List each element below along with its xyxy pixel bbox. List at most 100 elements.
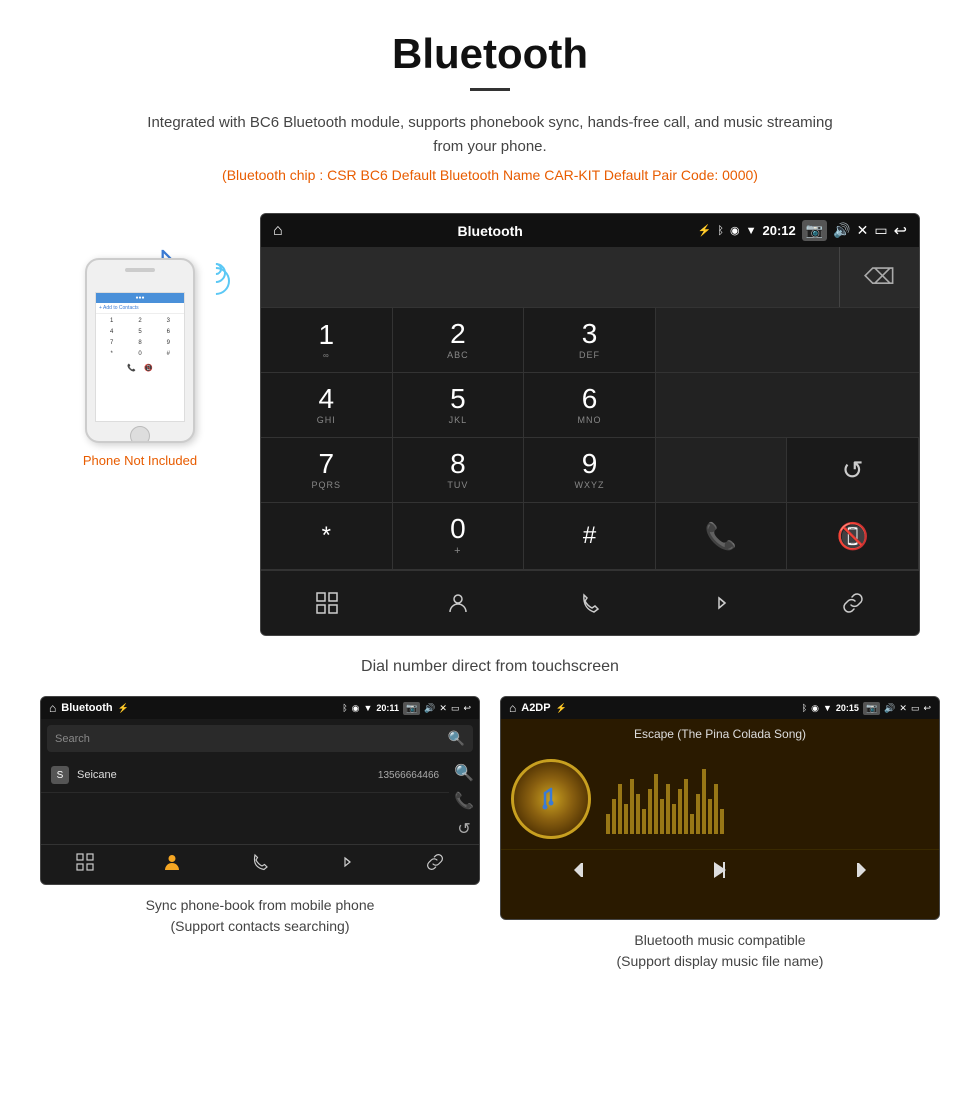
dial-input-display[interactable] <box>261 247 839 307</box>
call-button[interactable]: 📞 <box>656 503 788 570</box>
pb-min-icon[interactable]: ▭ <box>451 703 460 714</box>
time-display: 20:12 <box>763 223 796 238</box>
dial-key-3[interactable]: 3 DEF <box>524 308 656 373</box>
title-divider <box>470 88 510 91</box>
pb-refresh-icon[interactable]: ↺ <box>457 819 470 839</box>
ms-back-icon[interactable]: ↩ <box>923 703 931 714</box>
dial-key-0[interactable]: 0 + <box>393 503 525 570</box>
dial-key-6[interactable]: 6 MNO <box>524 373 656 438</box>
dial-grid: 1 ∞ 2 ABC 3 DEF 4 GHI 5 JKL 6 <box>261 308 919 570</box>
pb-location-icon: ◉ <box>352 703 360 714</box>
phonebook-search-bar[interactable]: Search 🔍 <box>47 725 473 752</box>
phonebook-bottom-nav <box>41 844 479 884</box>
music-screen-body: Escape (The Pina Colada Song) <box>501 719 939 919</box>
ms-status-right: ᛒ ◉ ▼ 20:15 📷 🔊 ✕ ▭ ↩ <box>802 702 931 715</box>
phone-dial-cell: 9 <box>155 338 182 348</box>
dial-key-4[interactable]: 4 GHI <box>261 373 393 438</box>
phonebook-screen-wrapper: ⌂ Bluetooth ⚡ ᛒ ◉ ▼ 20:11 📷 🔊 ✕ ▭ ↩ <box>40 696 480 982</box>
music-status-bar: ⌂ A2DP ⚡ ᛒ ◉ ▼ 20:15 📷 🔊 ✕ ▭ ↩ <box>501 697 939 719</box>
pb-back-icon[interactable]: ↩ <box>463 703 471 714</box>
song-title: Escape (The Pina Colada Song) <box>634 727 806 741</box>
pb-vol-icon[interactable]: 🔊 <box>424 703 435 714</box>
phone-dial-cell: 7 <box>98 338 125 348</box>
phone-nav-button[interactable] <box>570 583 610 623</box>
phone-dial-cell: 4 <box>98 327 125 337</box>
pb-wifi-icon: ▼ <box>364 703 373 713</box>
hangup-button[interactable]: 📵 <box>787 503 919 570</box>
dial-key-empty-1 <box>656 308 919 373</box>
dial-caption: Dial number direct from touchscreen <box>0 646 980 696</box>
dial-key-1[interactable]: 1 ∞ <box>261 308 393 373</box>
ms-bt-icon: ᛒ <box>802 703 807 713</box>
dial-key-5[interactable]: 5 JKL <box>393 373 525 438</box>
status-right: ⚡ ᛒ ◉ ▼ 20:12 📷 🔊 ✕ ▭ ↩ <box>698 220 907 241</box>
phone-illustration: ᛒ ●●● + Add to Contacts 1 2 3 4 5 6 7 <box>70 243 210 443</box>
music-caption: Bluetooth music compatible (Support disp… <box>612 920 829 982</box>
phone-screen-header: ●●● <box>96 293 184 303</box>
ms-time: 20:15 <box>836 703 859 713</box>
minimize-icon[interactable]: ▭ <box>874 222 887 239</box>
camera-icon[interactable]: 📷 <box>802 220 827 241</box>
ms-location-icon: ◉ <box>811 703 819 714</box>
dial-key-7[interactable]: 7 PQRS <box>261 438 393 503</box>
music-screen-wrapper: ⌂ A2DP ⚡ ᛒ ◉ ▼ 20:15 📷 🔊 ✕ ▭ ↩ <box>500 696 940 982</box>
music-screen: ⌂ A2DP ⚡ ᛒ ◉ ▼ 20:15 📷 🔊 ✕ ▭ ↩ <box>500 696 940 920</box>
pb-bt-btn[interactable] <box>339 853 357 876</box>
person-nav-button[interactable] <box>438 583 478 623</box>
home-icon[interactable]: ⌂ <box>273 222 283 240</box>
pb-home-icon[interactable]: ⌂ <box>49 701 56 715</box>
pb-phone-btn[interactable] <box>251 853 269 876</box>
pb-person-btn[interactable] <box>163 853 181 876</box>
play-pause-button[interactable] <box>710 860 730 886</box>
music-title-bar: Escape (The Pina Colada Song) <box>501 719 939 749</box>
dial-key-empty-2 <box>656 373 919 438</box>
ms-min-icon[interactable]: ▭ <box>911 703 920 714</box>
ms-vol-icon[interactable]: 🔊 <box>884 703 895 714</box>
phonebook-status-bar: ⌂ Bluetooth ⚡ ᛒ ◉ ▼ 20:11 📷 🔊 ✕ ▭ ↩ <box>41 697 479 719</box>
pb-camera-icon[interactable]: 📷 <box>403 702 420 715</box>
pb-close-icon[interactable]: ✕ <box>439 703 447 714</box>
pb-link-btn[interactable] <box>426 853 444 876</box>
album-art <box>511 759 591 839</box>
backspace-button[interactable]: ⌫ <box>839 247 919 307</box>
grid-nav-button[interactable] <box>307 583 347 623</box>
ms-camera-icon[interactable]: 📷 <box>863 702 880 715</box>
close-icon[interactable]: ✕ <box>857 222 869 239</box>
phone-add-contact: + Add to Contacts <box>96 303 184 314</box>
phone-dial-grid: 1 2 3 4 5 6 7 8 9 * 0 # <box>96 314 184 361</box>
dial-key-star[interactable]: * <box>261 503 393 570</box>
status-center: Bluetooth <box>458 223 523 239</box>
dial-key-9[interactable]: 9 WXYZ <box>524 438 656 503</box>
pb-status-left: ⌂ Bluetooth ⚡ <box>49 701 129 715</box>
usb-icon: ⚡ <box>698 224 712 237</box>
phone-dial-cell: 3 <box>155 316 182 326</box>
back-icon[interactable]: ↩ <box>894 221 907 241</box>
pb-grid-btn[interactable] <box>76 853 94 876</box>
phone-dial-cell: 1 <box>98 316 125 326</box>
phone-home-btn <box>130 426 150 443</box>
dial-key-8[interactable]: 8 TUV <box>393 438 525 503</box>
dial-key-hash[interactable]: # <box>524 503 656 570</box>
phone-body: ●●● + Add to Contacts 1 2 3 4 5 6 7 8 9 … <box>85 258 195 443</box>
volume-icon[interactable]: 🔊 <box>833 222 850 239</box>
page-description: Integrated with BC6 Bluetooth module, su… <box>140 111 840 159</box>
bt-status-icon: ᛒ <box>717 225 724 237</box>
bottom-screens: ⌂ Bluetooth ⚡ ᛒ ◉ ▼ 20:11 📷 🔊 ✕ ▭ ↩ <box>0 696 980 982</box>
ms-close-icon[interactable]: ✕ <box>899 703 907 714</box>
next-button[interactable] <box>849 860 869 886</box>
bluetooth-nav-button[interactable] <box>702 583 742 623</box>
pb-call-icon[interactable]: 📞 <box>454 791 474 811</box>
phonebook-contact-list: S Seicane 13566664466 <box>41 758 449 844</box>
phone-dial-cell: # <box>155 349 182 359</box>
music-controls <box>501 849 939 896</box>
dial-key-2[interactable]: 2 ABC <box>393 308 525 373</box>
ms-home-icon[interactable]: ⌂ <box>509 701 516 715</box>
link-nav-button[interactable] <box>833 583 873 623</box>
phone-dial-cell: 8 <box>126 338 153 348</box>
prev-button[interactable] <box>571 860 591 886</box>
phone-dial-cell: 2 <box>126 316 153 326</box>
refresh-button[interactable]: ↺ <box>787 438 919 503</box>
contact-initial: S <box>51 766 69 784</box>
pb-search-icon[interactable]: 🔍 <box>454 763 474 783</box>
search-button[interactable]: 🔍 <box>448 730 465 747</box>
